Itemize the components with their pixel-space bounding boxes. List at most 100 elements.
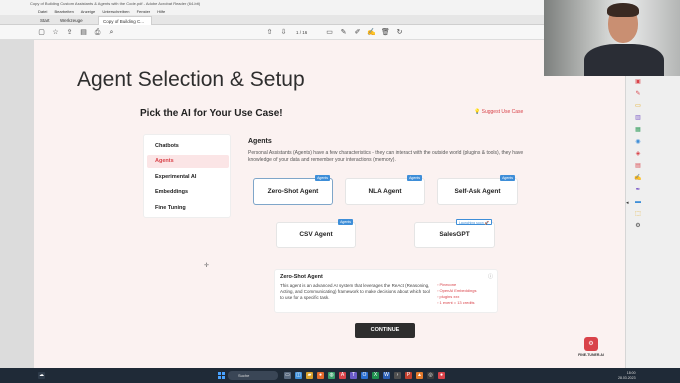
scan-icon[interactable]: ◉ (634, 138, 642, 146)
menu-window[interactable]: Fenster (137, 9, 151, 14)
page-down-icon[interactable]: ⇩ (279, 28, 288, 37)
agent-card-salesgpt[interactable]: SalesGPT Launching soon 🚀 (414, 219, 495, 248)
menu-file[interactable]: Datei (38, 9, 47, 14)
launching-soon-badge: Launching soon 🚀 (455, 219, 492, 225)
webcam-person-hair (607, 3, 639, 17)
agent-card-label: CSV Agent (299, 231, 333, 238)
tab-tools[interactable]: Werkzeuge (56, 16, 87, 25)
tab-document[interactable]: Copy of Building C... × (98, 16, 152, 33)
webcam-person-body (584, 44, 664, 76)
agent-badge: Agents (500, 175, 515, 181)
firefox-icon[interactable]: ● (317, 372, 324, 379)
brave-icon[interactable]: ▲ (416, 372, 423, 379)
page-total: / 16 (299, 30, 308, 35)
start-icon[interactable] (218, 372, 225, 379)
teams-icon[interactable]: T (350, 372, 357, 379)
menu-item-fine-tuning[interactable]: Fine Tuning (147, 202, 229, 215)
new-icon[interactable]: ▢ (37, 28, 46, 37)
excel-icon[interactable]: X (372, 372, 379, 379)
highlight-icon[interactable]: ✎ (339, 28, 348, 37)
left-panel (0, 40, 34, 368)
fill-sign-icon[interactable]: ✍ (634, 174, 642, 182)
suggest-use-case-link[interactable]: 💡 Suggest Use Case (474, 109, 523, 115)
info-icon[interactable]: ⓘ (488, 273, 493, 280)
menu-help[interactable]: Hilfe (157, 9, 165, 14)
agent-card-label: Zero-Shot Agent (267, 188, 319, 195)
section-title: Agents (248, 138, 272, 145)
protect-icon[interactable]: ◈ (634, 150, 642, 158)
task-view-icon[interactable]: ▭ (284, 372, 291, 379)
stamp-icon[interactable]: ⬚ (634, 210, 642, 218)
organize-icon[interactable]: ▦ (634, 126, 642, 134)
print-icon[interactable]: ⎙ (93, 28, 102, 37)
webcam-overlay (544, 0, 680, 76)
page-current[interactable]: 1 (296, 30, 299, 35)
section-description: Personal Assistants (Agents) have a few … (248, 150, 524, 163)
collapse-right-icon[interactable]: ◂ (626, 200, 629, 206)
agent-info-title: Zero-Shot Agent (280, 274, 323, 280)
agent-info-description: This agent is an advanced AI system that… (280, 283, 430, 300)
menu-item-experimental-ai[interactable]: Experimental AI (147, 171, 229, 184)
edit-pdf-icon[interactable]: ✎ (634, 90, 642, 98)
page-up-icon[interactable]: ⇧ (265, 28, 274, 37)
more-tools-icon[interactable]: ⚙ (634, 222, 642, 230)
widgets-icon[interactable]: ◫ (295, 372, 302, 379)
save-icon[interactable]: ▤ (79, 28, 88, 37)
menu-item-agents[interactable]: Agents (147, 155, 229, 168)
terminal-icon[interactable]: › (394, 372, 401, 379)
compress-icon[interactable]: ▤ (634, 162, 642, 170)
agent-card-csv[interactable]: CSV Agent Agents (276, 219, 356, 248)
request-sign-icon[interactable]: ✒ (634, 186, 642, 194)
weather-icon[interactable]: ☁ (38, 372, 45, 379)
system-clock[interactable]: 18:00 28.03.2023 (618, 371, 636, 380)
star-icon[interactable]: ☆ (51, 28, 60, 37)
outlook-icon[interactable]: O (361, 372, 368, 379)
pdf-page: Agent Selection & Setup Pick the AI for … (34, 40, 625, 368)
tab-start[interactable]: Start (36, 16, 54, 25)
agent-badge: Agents (338, 219, 353, 225)
agent-badge: Agents (315, 175, 330, 181)
recorder-icon[interactable]: ● (438, 372, 445, 379)
export-pdf-icon[interactable]: ▣ (634, 78, 642, 86)
menu-edit[interactable]: Bearbeiten (54, 9, 73, 14)
page-title: Agent Selection & Setup (77, 68, 305, 91)
agent-card-zero-shot[interactable]: Zero-Shot Agent Agents (253, 175, 333, 205)
word-icon[interactable]: W (383, 372, 390, 379)
redact-icon[interactable]: ▬ (634, 198, 642, 206)
lightbulb-icon: 💡 (474, 109, 481, 115)
taskbar: ☁ Suche ▭ ◫ ▰ ● ◍ A T O X W › P ▲ ◎ ● 18… (0, 368, 680, 383)
delete-icon[interactable]: 🗑 (381, 28, 390, 37)
clock-date: 28.03.2023 (618, 375, 636, 380)
acrobat-icon[interactable]: A (339, 372, 346, 379)
obs-icon[interactable]: ◎ (427, 372, 434, 379)
rotate-icon[interactable]: ↻ (395, 28, 404, 37)
menu-sign[interactable]: Unterschreiben (102, 9, 129, 14)
upload-icon[interactable]: ⇪ (65, 28, 74, 37)
brand-logo: ⚙ FINE-TUNER.AI (571, 337, 611, 357)
powerpoint-icon[interactable]: P (405, 372, 412, 379)
comment-icon[interactable]: ▭ (325, 28, 334, 37)
menu-view[interactable]: Anzeige (81, 9, 95, 14)
page-subtitle: Pick the AI for Your Use Case! (140, 108, 283, 119)
continue-button[interactable]: CONTINUE (355, 323, 415, 338)
agent-card-nla[interactable]: NLA Agent Agents (345, 175, 425, 205)
menu-item-chatbots[interactable]: Chatbots (147, 140, 229, 153)
agent-card-label: NLA Agent (368, 188, 402, 195)
brand-name: FINE-TUNER.AI (578, 353, 604, 357)
agent-info-panel: Zero-Shot Agent This agent is an advance… (274, 269, 498, 313)
brand-logo-icon: ⚙ (584, 337, 598, 351)
agent-card-label: SalesGPT (439, 231, 470, 238)
page-indicator[interactable]: 1 / 16 (296, 28, 307, 37)
search-icon[interactable]: ⌕ (107, 28, 116, 37)
category-menu: Chatbots Agents Experimental AI Embeddin… (143, 134, 231, 218)
file-explorer-icon[interactable]: ▰ (306, 372, 313, 379)
combine-icon[interactable]: ▥ (634, 114, 642, 122)
draw-icon[interactable]: ✐ (353, 28, 362, 37)
sign-icon[interactable]: ✍ (367, 28, 376, 37)
tab-document-label: Copy of Building C... (103, 19, 145, 24)
taskbar-search[interactable]: Suche (228, 371, 278, 380)
menu-item-embeddings[interactable]: Embeddings (147, 186, 229, 199)
agent-card-self-ask[interactable]: Self-Ask Agent Agents (437, 175, 518, 205)
comment-tool-icon[interactable]: ▭ (634, 102, 642, 110)
chrome-icon[interactable]: ◍ (328, 372, 335, 379)
